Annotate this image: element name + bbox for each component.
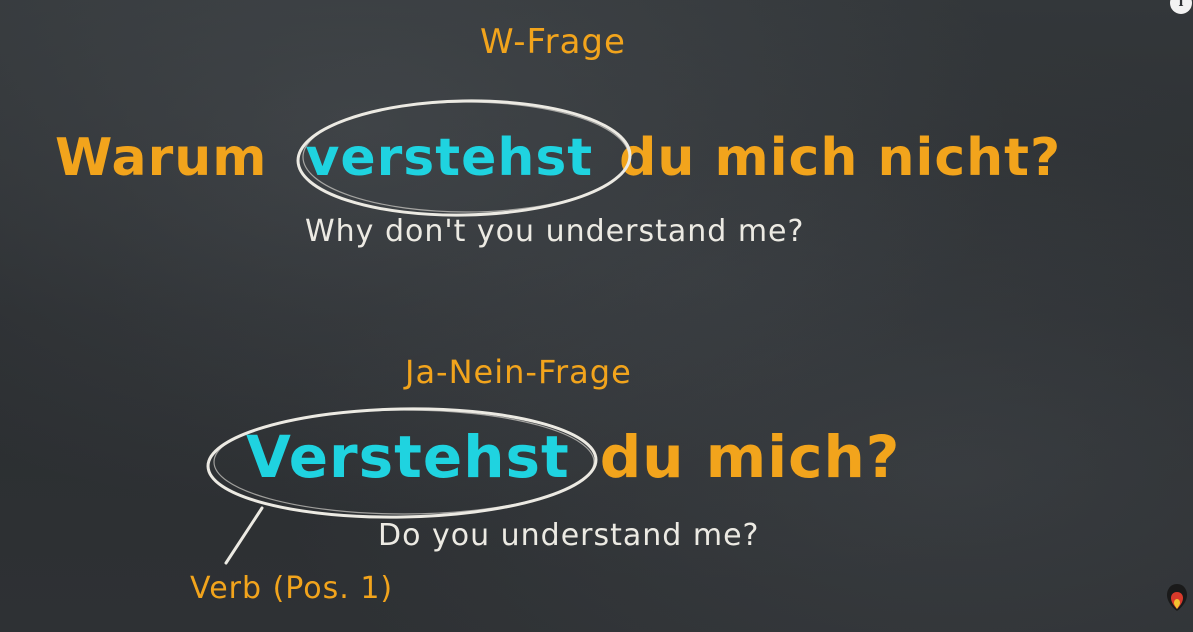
- verb-circle-1: [296, 99, 632, 217]
- verb-circle-2: [206, 407, 598, 519]
- verb-pointer-line: [224, 506, 264, 565]
- chalkboard: W-Frage Warum verstehst du mich nicht? Why…: [0, 0, 1193, 632]
- channel-logo-icon: [1167, 584, 1187, 611]
- chalk-annotations: [206, 99, 632, 565]
